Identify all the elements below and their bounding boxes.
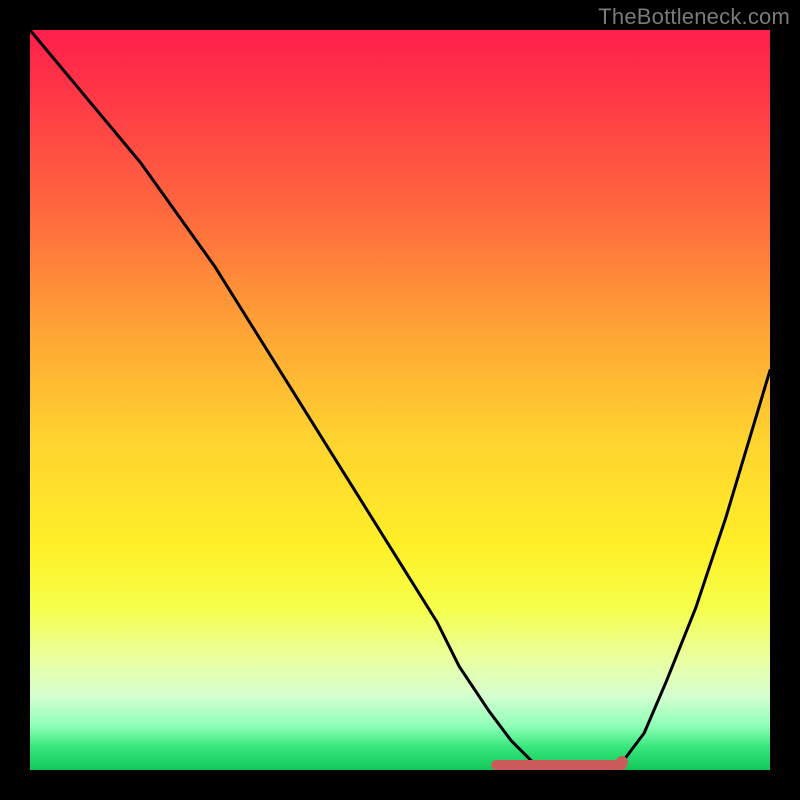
chart-frame: TheBottleneck.com [0, 0, 800, 800]
bottleneck-curve [30, 30, 770, 770]
optimal-range-end-dot [616, 756, 628, 768]
watermark-text: TheBottleneck.com [598, 4, 790, 30]
plot-area [30, 30, 770, 770]
chart-svg [30, 30, 770, 770]
